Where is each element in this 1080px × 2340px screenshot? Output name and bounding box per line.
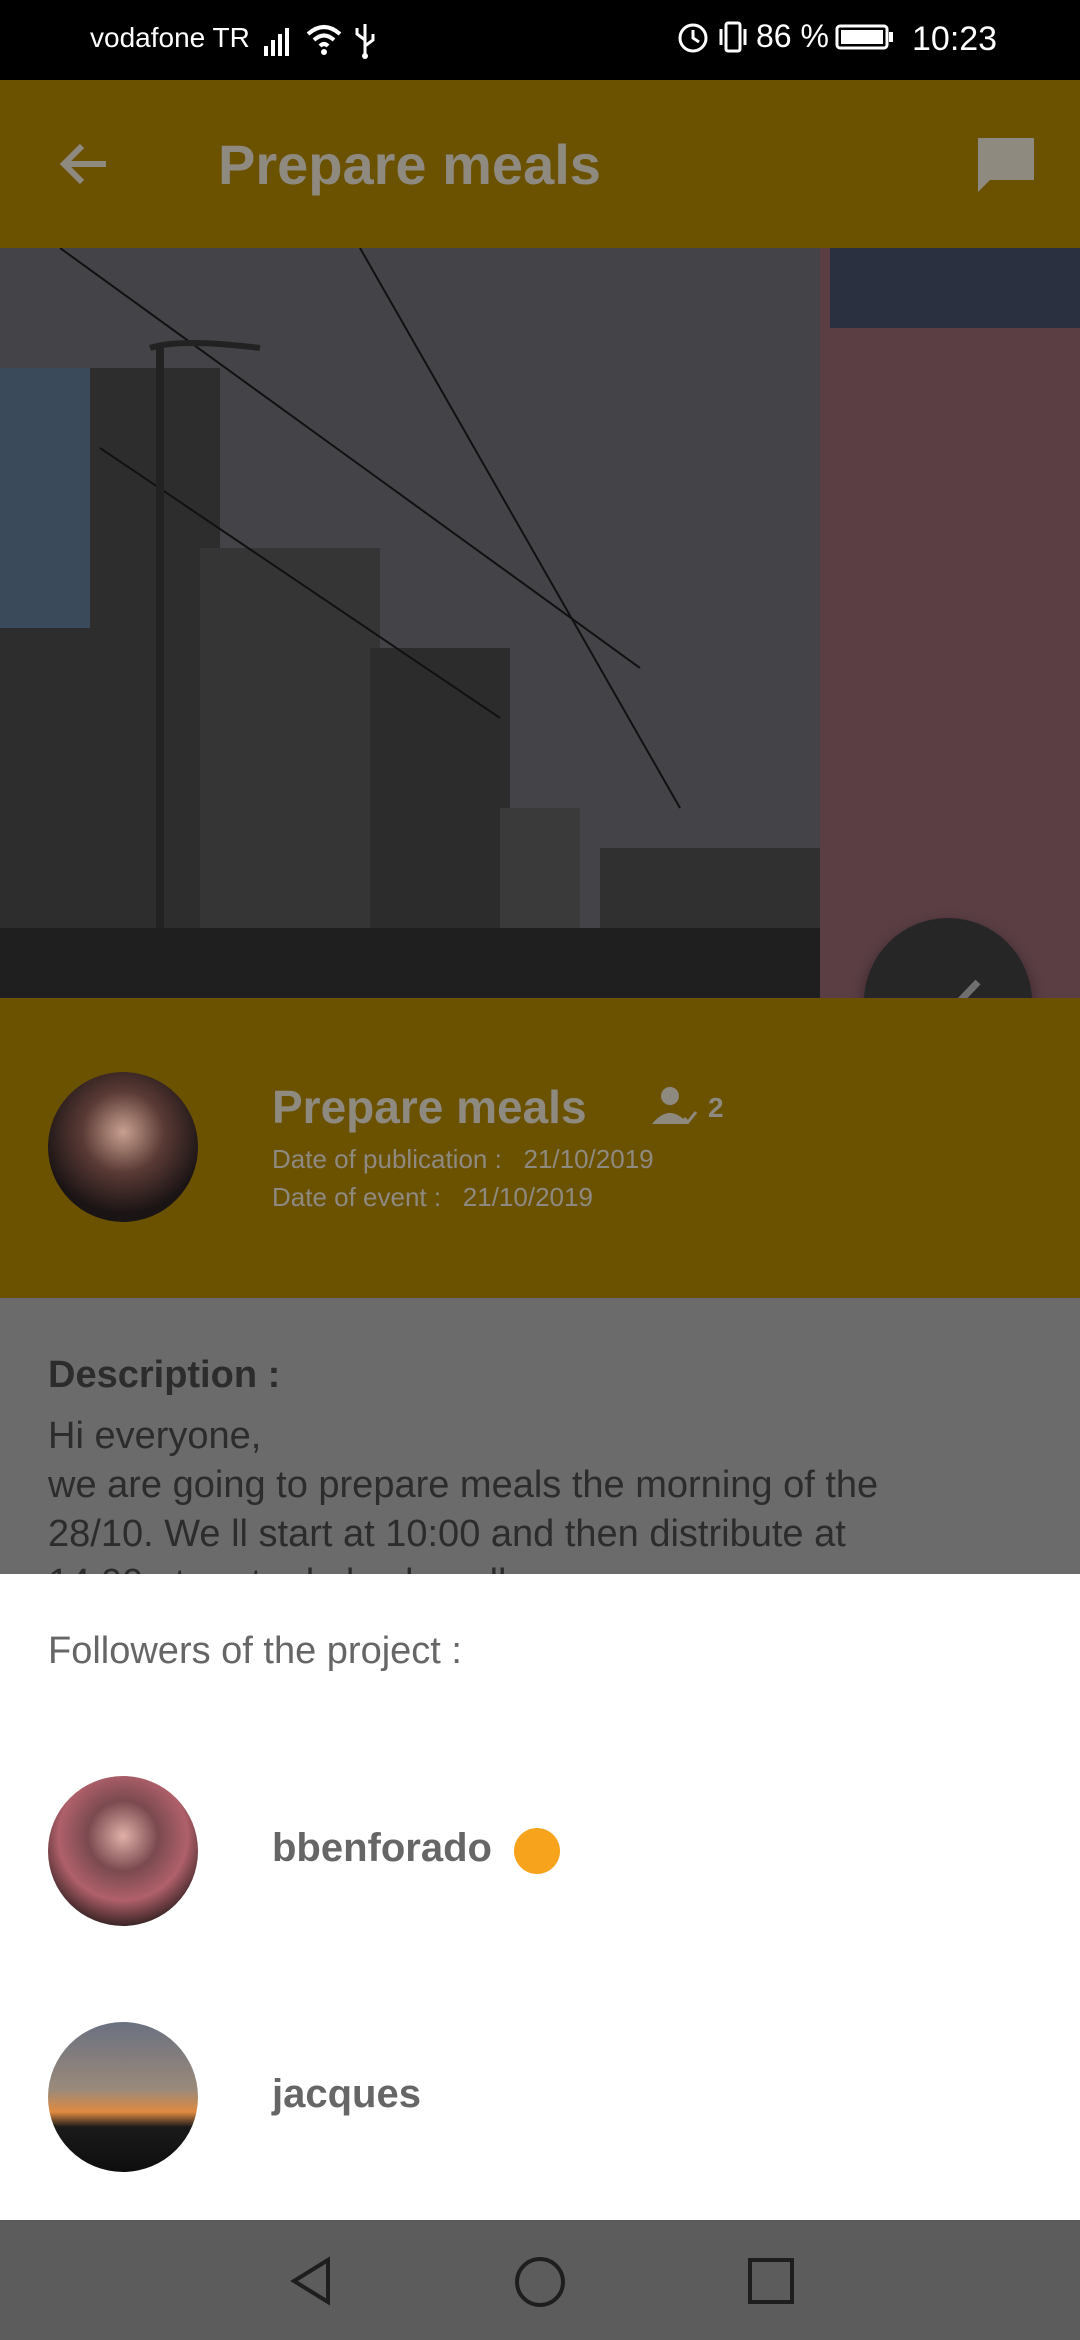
battery-icon [835, 24, 893, 49]
follower-row[interactable]: jacques [0, 2022, 1080, 2202]
app-bar: Prepare meals [0, 80, 1080, 248]
description-label: Description : [48, 1354, 281, 1396]
online-status-dot [514, 1828, 560, 1874]
recents-square-icon[interactable] [746, 2256, 796, 2306]
project-info-band: Prepare meals 2 Date of publication : 21… [0, 998, 1080, 1298]
publication-date: 21/10/2019 [523, 1144, 654, 1174]
project-photo [0, 248, 1080, 998]
follower-row[interactable]: bbenforado [0, 1776, 1080, 1956]
arrow-back-icon[interactable] [54, 134, 114, 194]
event-date: 21/10/2019 [462, 1182, 593, 1212]
event-date-label: Date of event : [272, 1182, 442, 1212]
follower-name: jacques [272, 2072, 421, 2116]
back-triangle-icon[interactable] [284, 2254, 338, 2308]
publication-date-label: Date of publication : [272, 1144, 502, 1174]
description-section: Description : Hi everyone, we are going … [0, 1298, 1080, 1604]
description-line: Hi everyone, [48, 1415, 262, 1457]
publication-date-row: Date of publication : 21/10/2019 [272, 1144, 654, 1175]
clock: 10:23 [912, 20, 998, 58]
follower-avatar [48, 1776, 198, 1926]
signal-icon [264, 28, 289, 56]
followers-count: 2 [708, 1092, 724, 1123]
event-date-row: Date of event : 21/10/2019 [272, 1182, 593, 1213]
home-circle-icon[interactable] [512, 2254, 568, 2310]
usb-icon [355, 24, 375, 59]
follower-avatar [48, 2022, 198, 2172]
followers-bottom-sheet: Followers of the project : bbenforado ja… [0, 1574, 1080, 2220]
page-title: Prepare meals [218, 133, 601, 196]
description-line: 28/10. We ll start at 10:00 and then dis… [48, 1513, 846, 1555]
alarm-icon [678, 23, 708, 52]
battery-percent: 86 % [756, 18, 829, 54]
person-check-icon [652, 1087, 698, 1125]
chat-icon[interactable] [974, 134, 1038, 198]
description-line: we are going to prepare meals the mornin… [48, 1464, 879, 1506]
project-title: Prepare meals [272, 1081, 587, 1133]
author-avatar[interactable] [48, 1072, 198, 1222]
system-nav-bar [0, 2220, 1080, 2340]
carrier-label: vodafone TR [90, 22, 250, 53]
follower-name: bbenforado [272, 1826, 492, 1870]
status-bar: vodafone TR 86 % 10:23 [0, 0, 1080, 80]
wifi-icon [306, 25, 342, 55]
vibrate-icon [719, 21, 747, 52]
followers-sheet-title: Followers of the project : [48, 1630, 462, 1672]
